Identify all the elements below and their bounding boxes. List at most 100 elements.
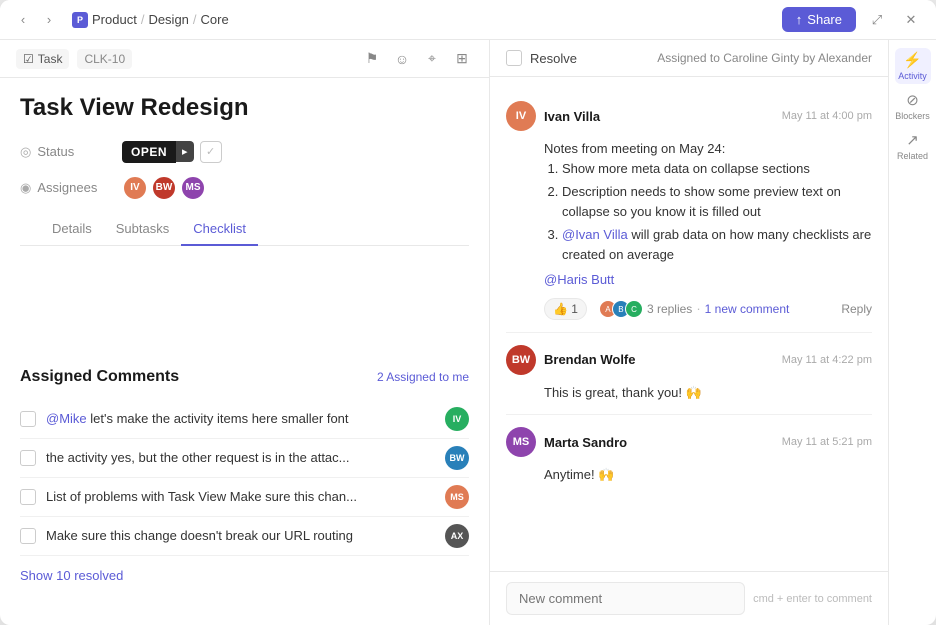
tag-icon[interactable]: ⌖ [421,48,443,70]
section-header: Assigned Comments 2 Assigned to me [20,368,469,386]
related-icon: ↗ [906,131,919,149]
main-window: ‹ › P Product / Design / Core ↑ Share ⤢ … [0,0,936,625]
checklist-section: Assigned Comments 2 Assigned to me @Mike… [0,352,489,625]
related-label: Related [897,151,928,161]
task-tag-icon: ☑ [23,52,34,66]
comment-body: Anytime! 🙌 [506,465,872,485]
breadcrumb-design[interactable]: Design [148,12,188,27]
list-item: @Ivan Villa will grab data on how many c… [562,225,872,264]
status-icon: ◎ [20,144,31,160]
avatar: BW [445,446,469,470]
list-item: @Mike let's make the activity items here… [20,400,469,439]
emoji-icon[interactable]: ☺ [391,48,413,70]
reply-button[interactable]: Reply [841,302,872,316]
breadcrumb-core[interactable]: Core [201,12,229,27]
item-text: List of problems with Task View Make sur… [46,489,435,504]
assigned-to-text: Assigned to Caroline Ginty by Alexander [657,51,872,65]
close-button[interactable]: ✕ [898,7,924,33]
task-tag: ☑ Task [16,49,69,69]
main-content: ☑ Task CLK-10 ⚑ ☺ ⌖ ⊞ Task View Redesign… [0,40,936,625]
resolve-label[interactable]: Resolve [530,51,649,66]
assignees-row: ◉ Assignees IV BW MS [20,175,469,201]
status-open-label: OPEN [122,141,176,163]
avatar[interactable]: BW [151,175,177,201]
right-inner: Resolve Assigned to Caroline Ginty by Al… [490,40,936,625]
reply-avatars: A B C [599,300,643,318]
item-checkbox[interactable] [20,450,36,466]
assignees-label: ◉ Assignees [20,180,110,196]
item-checkbox[interactable] [20,489,36,505]
status-badge: OPEN ▸ ✓ [122,141,222,163]
replies-count[interactable]: 3 replies [647,302,692,316]
list-item: List of problems with Task View Make sur… [20,478,469,517]
avatar: MS [445,485,469,509]
new-comment-badge[interactable]: 1 new comment [705,302,790,316]
tab-subtasks[interactable]: Subtasks [104,213,181,246]
flag-icon[interactable]: ⚑ [361,48,383,70]
activity-sidebar: ⚡ Activity ⊘ Blockers ↗ Related [888,40,936,625]
comment-body: Notes from meeting on May 24: Show more … [506,139,872,290]
show-resolved-link[interactable]: Show 10 resolved [20,568,469,583]
assignees-list: IV BW MS [122,175,206,201]
activity-label: Activity [898,71,927,81]
item-checkbox[interactable] [20,528,36,544]
reaction-button[interactable]: 👍 1 [544,298,587,320]
item-checkbox[interactable] [20,411,36,427]
comment-input[interactable] [506,582,745,615]
list-item: the activity yes, but the other request … [20,439,469,478]
comment-hint: cmd + enter to comment [753,593,872,605]
titlebar: ‹ › P Product / Design / Core ↑ Share ⤢ … [0,0,936,40]
comment-time: May 11 at 4:22 pm [782,354,872,366]
blockers-icon: ⊘ [906,91,919,109]
task-toolbar: ☑ Task CLK-10 ⚑ ☺ ⌖ ⊞ [0,40,489,78]
item-text: @Mike let's make the activity items here… [46,411,435,426]
assigned-badge[interactable]: 2 Assigned to me [377,370,469,384]
comment-time: May 11 at 5:21 pm [782,436,872,448]
section-title: Assigned Comments [20,368,179,386]
comment-header: IV Ivan Villa May 11 at 4:00 pm [506,101,872,131]
comment-username: Brendan Wolfe [544,352,774,367]
mention-text: @Haris Butt [544,272,614,287]
tab-checklist[interactable]: Checklist [181,213,258,246]
forward-button[interactable]: › [38,9,60,31]
sidebar-related[interactable]: ↗ Related [895,128,931,164]
nav-buttons: ‹ › [12,9,60,31]
blockers-label: Blockers [895,111,930,121]
avatar: AX [445,524,469,548]
back-button[interactable]: ‹ [12,9,34,31]
comment-list: Show more meta data on collapse sections… [544,159,872,265]
status-label: ◎ Status [20,144,110,160]
comment-footer: 👍 1 A B C 3 replies · 1 new co [506,298,872,320]
comment-time: May 11 at 4:00 pm [782,110,872,122]
breadcrumb-product[interactable]: Product [92,12,137,27]
mention-text: @Mike [46,411,87,426]
expand-button[interactable]: ⤢ [864,7,890,33]
list-item: Show more meta data on collapse sections [562,159,872,179]
avatar: BW [506,345,536,375]
avatar[interactable]: IV [122,175,148,201]
status-row: ◎ Status OPEN ▸ ✓ [20,141,469,163]
avatar: MS [506,427,536,457]
share-button[interactable]: ↑ Share [782,7,856,32]
resolve-checkbox[interactable] [506,50,522,66]
list-item: Make sure this change doesn't break our … [20,517,469,556]
activity-icon: ⚡ [903,51,922,69]
status-arrow[interactable]: ▸ [176,141,194,162]
breadcrumb-sep2: / [193,12,197,27]
tab-details[interactable]: Details [40,213,104,246]
item-text: the activity yes, but the other request … [46,450,435,465]
breadcrumb: P Product / Design / Core [72,12,229,28]
avatar[interactable]: MS [180,175,206,201]
mention-footer: @Haris Butt [544,270,872,290]
comment-body: This is great, thank you! 🙌 [506,383,872,403]
comment-intro: Notes from meeting on May 24: [544,139,872,159]
comment-block: IV Ivan Villa May 11 at 4:00 pm Notes fr… [506,89,872,333]
sidebar-activity[interactable]: ⚡ Activity [895,48,931,84]
sidebar-blockers[interactable]: ⊘ Blockers [895,88,931,124]
breadcrumb-sep1: / [141,12,145,27]
image-icon[interactable]: ⊞ [451,48,473,70]
item-text: Make sure this change doesn't break our … [46,528,435,543]
resolve-bar: Resolve Assigned to Caroline Ginty by Al… [490,40,888,77]
comment-block: BW Brendan Wolfe May 11 at 4:22 pm This … [506,333,872,416]
status-check[interactable]: ✓ [200,141,222,163]
